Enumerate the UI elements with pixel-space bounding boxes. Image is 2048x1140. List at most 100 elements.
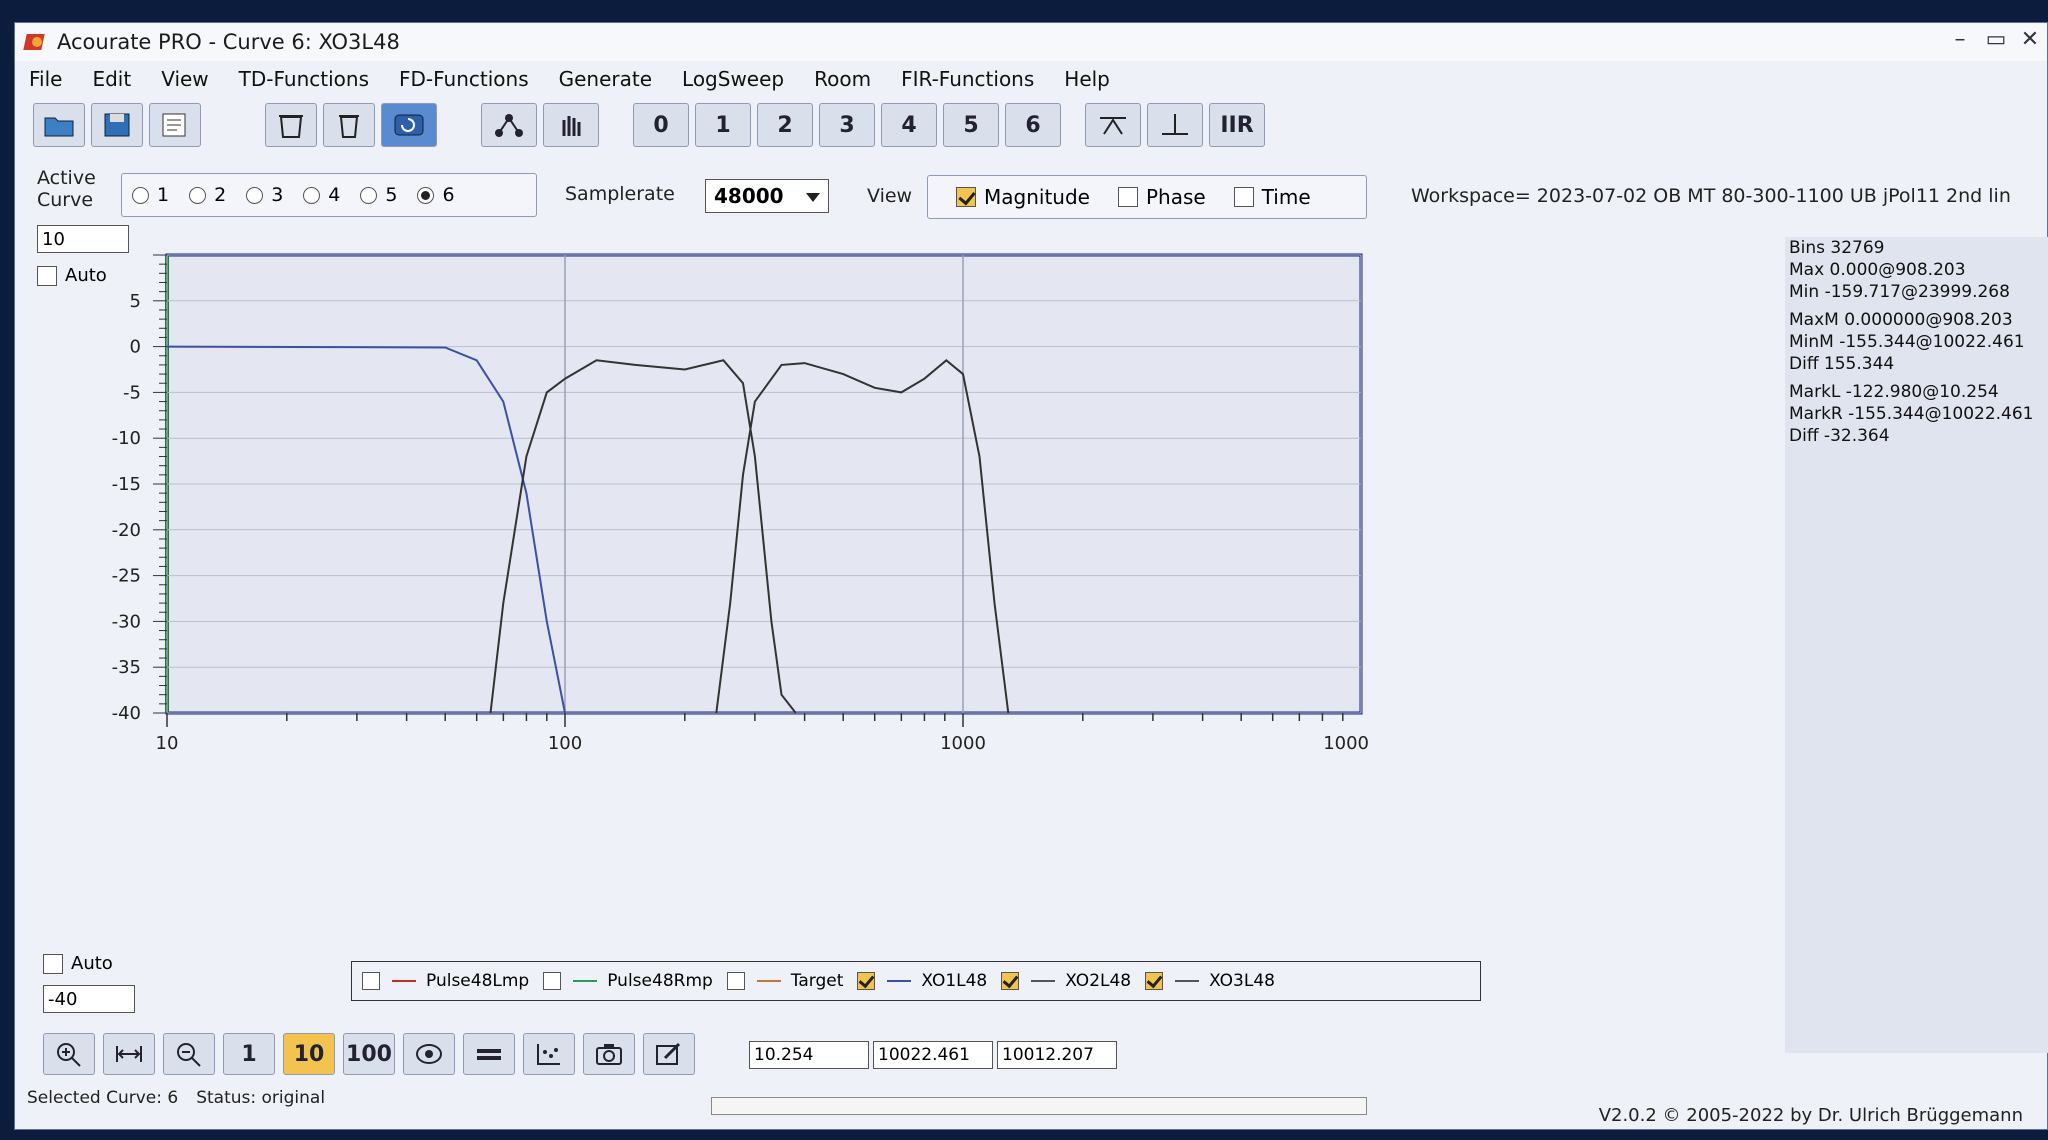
curve-3-button[interactable]: 3 [819, 103, 875, 147]
menu-room[interactable]: Room [814, 67, 871, 91]
magnitude-checkbox[interactable]: Magnitude [956, 185, 1090, 209]
y-tick-label: -30 [112, 611, 141, 632]
stat-max: Max 0.000@908.203 [1789, 260, 1966, 280]
delete-icon [339, 115, 359, 138]
camera-icon [596, 1044, 622, 1065]
curve-5-button[interactable]: 5 [943, 103, 999, 147]
checkbox-icon [43, 953, 63, 974]
readout-diff: 10012.207 [997, 1041, 1117, 1069]
peak-icon [1100, 117, 1126, 135]
x-tick-label: 10 [156, 733, 179, 754]
radio-label: 6 [442, 184, 455, 206]
network-button[interactable] [481, 103, 537, 147]
curve-radio-6[interactable]: 6 [417, 184, 455, 206]
zoom-100-button[interactable]: 100 [343, 1033, 395, 1075]
edit-button[interactable] [643, 1033, 695, 1075]
stats-panel: Bins 32769 Max 0.000@908.203 Min -159.71… [1785, 237, 2048, 1053]
curve-4-button[interactable]: 4 [881, 103, 937, 147]
version-info: V2.0.2 © 2005-2022 by Dr. Ulrich Brüggem… [1598, 1105, 2023, 1126]
zoom-1-button[interactable]: 1 [223, 1033, 275, 1075]
samplerate-value: 48000 [714, 184, 784, 208]
open-button[interactable] [33, 103, 85, 147]
readout-mark-right: 10022.461 [873, 1041, 993, 1069]
legend-item-pulse48rmp[interactable]: Pulse48Rmp [543, 971, 713, 991]
curve-radio-1[interactable]: 1 [132, 184, 169, 206]
curve-1-button[interactable]: 1 [695, 103, 751, 147]
legend-item-target[interactable]: Target [726, 971, 843, 991]
title-bar: Acourate PRO - Curve 6: XO3L48 – ▭ ✕ [15, 23, 2047, 61]
radio-icon [303, 186, 321, 204]
edit-icon [656, 1042, 681, 1065]
zoom-out-button[interactable] [163, 1033, 215, 1075]
close-icon[interactable]: ✕ [2013, 27, 2047, 52]
legend-item-pulse48lmp[interactable]: Pulse48Lmp [362, 971, 529, 991]
peak-button[interactable] [1085, 103, 1141, 147]
screenshot-button[interactable] [583, 1033, 635, 1075]
fit-width-button[interactable] [103, 1033, 155, 1075]
menu-edit[interactable]: Edit [92, 67, 131, 91]
stat-minm: MinM -155.344@10022.461 [1789, 332, 2025, 352]
stat-markl: MarkL -122.980@10.254 [1789, 382, 1999, 402]
zoom-10-button[interactable]: 10 [283, 1033, 335, 1075]
auto-label: Auto [71, 953, 113, 974]
delete-button[interactable] [323, 103, 375, 147]
menu-generate[interactable]: Generate [559, 67, 652, 91]
legend-item-xo2l48[interactable]: XO2L48 [1001, 971, 1131, 991]
menu-help[interactable]: Help [1064, 67, 1110, 91]
pulse-button[interactable] [1147, 103, 1203, 147]
auto-bottom-checkbox[interactable]: Auto [43, 953, 113, 974]
time-checkbox[interactable]: Time [1233, 185, 1311, 209]
minimize-icon[interactable]: – [1943, 27, 1977, 52]
curve-2-button[interactable]: 2 [757, 103, 813, 147]
target-button[interactable] [403, 1033, 455, 1075]
x-tick-label: 1000 [940, 733, 986, 754]
hand-button[interactable] [543, 103, 599, 147]
samplerate-select[interactable]: 48000 [705, 179, 829, 213]
legend-item-xo1l48[interactable]: XO1L48 [857, 971, 987, 991]
checkbox-checked-icon [857, 972, 876, 990]
iir-button[interactable]: IIR [1209, 103, 1265, 147]
curve-0-button[interactable]: 0 [633, 103, 689, 147]
scatter-icon [537, 1044, 560, 1065]
pulse-icon [1162, 114, 1188, 135]
undo-button[interactable] [381, 103, 437, 147]
properties-button[interactable] [149, 103, 201, 147]
menu-fir-functions[interactable]: FIR-Functions [901, 67, 1034, 91]
y-min-input[interactable]: -40 [43, 985, 135, 1013]
align-button[interactable] [463, 1033, 515, 1075]
curve-radio-2[interactable]: 2 [189, 184, 226, 206]
y-tick-label: -35 [112, 657, 141, 678]
phase-label: Phase [1145, 185, 1206, 209]
checkbox-icon [726, 972, 745, 990]
menu-logsweep[interactable]: LogSweep [682, 67, 784, 91]
scatter-button[interactable] [523, 1033, 575, 1075]
app-logo-icon [23, 31, 49, 53]
view-checkbox-group: Magnitude Phase Time [927, 175, 1367, 219]
menu-fd-functions[interactable]: FD-Functions [399, 67, 529, 91]
delete-all-button[interactable] [265, 103, 317, 147]
readout-mark-left: 10.254 [749, 1041, 869, 1069]
y-tick-label: -20 [112, 520, 141, 541]
phase-checkbox[interactable]: Phase [1117, 185, 1206, 209]
menu-view[interactable]: View [161, 67, 208, 91]
chart-legend: Pulse48Lmp Pulse48Rmp Target XO1L48 XO2L… [351, 961, 1481, 1001]
zoom-in-button[interactable] [43, 1033, 95, 1075]
curve-6-button[interactable]: 6 [1005, 103, 1061, 147]
curve-radio-5[interactable]: 5 [360, 184, 397, 206]
y-tick-label: 5 [130, 291, 141, 312]
menu-td-functions[interactable]: TD-Functions [239, 67, 369, 91]
curve-radio-3[interactable]: 3 [246, 184, 283, 206]
x-tick-label: 1000 [1323, 733, 1369, 754]
menu-file[interactable]: File [29, 67, 62, 91]
radio-icon [132, 186, 149, 204]
curve-radio-4[interactable]: 4 [303, 184, 340, 206]
network-icon [495, 114, 523, 137]
legend-line-swatch [756, 980, 781, 982]
zoom-in-icon [57, 1043, 81, 1067]
open-icon [44, 117, 74, 137]
active-curve-radio-group: 1 2 3 4 5 6 [121, 173, 537, 217]
maximize-icon[interactable]: ▭ [1979, 27, 2013, 52]
legend-item-xo3l48[interactable]: XO3L48 [1145, 971, 1275, 991]
frequency-plot[interactable]: 5 0 -5 -10 -15 -20 -25 -30 -35 -40 10 100 1000 1000 [35, 235, 1785, 965]
save-button[interactable] [91, 103, 143, 147]
